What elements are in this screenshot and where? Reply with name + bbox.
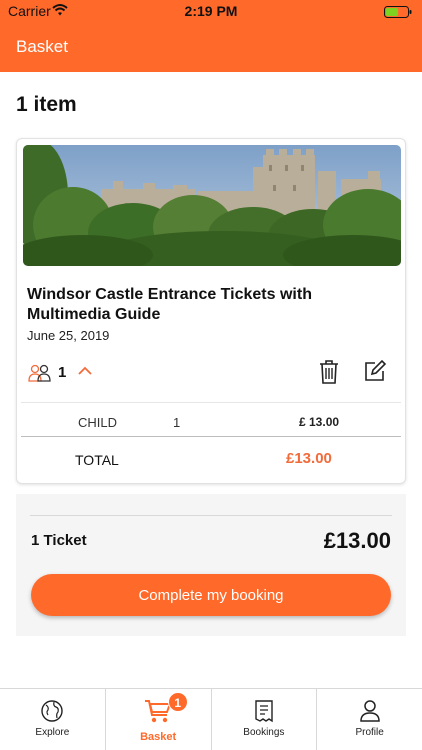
receipt-icon bbox=[254, 699, 274, 728]
tab-label: Bookings bbox=[243, 727, 285, 738]
tab-basket[interactable]: 1 Basket bbox=[106, 689, 212, 750]
nav-bar: Basket bbox=[0, 22, 422, 72]
basket-item-card: Windsor Castle Entrance Tickets with Mul… bbox=[16, 138, 406, 484]
status-bar: Carrier 2:19 PM bbox=[0, 0, 422, 22]
tab-profile[interactable]: Profile bbox=[317, 689, 422, 750]
cart-badge: 1 bbox=[167, 692, 188, 712]
battery-icon bbox=[384, 5, 412, 23]
tab-label: Basket bbox=[140, 731, 177, 743]
status-time: 2:19 PM bbox=[184, 3, 238, 19]
ticket-count: 1 Ticket bbox=[31, 532, 87, 549]
windsor-castle-photo bbox=[23, 145, 401, 266]
people-count: 1 bbox=[58, 364, 67, 381]
complete-booking-button[interactable]: Complete my booking bbox=[31, 574, 391, 616]
tab-bar: Explore 1 Basket Bookings Profile bbox=[0, 688, 422, 750]
divider bbox=[21, 436, 401, 437]
tab-bookings[interactable]: Bookings bbox=[212, 689, 318, 750]
total-price: £13.00 bbox=[286, 450, 332, 467]
divider bbox=[30, 515, 392, 516]
people-icon bbox=[27, 363, 53, 388]
item-count-heading: 1 item bbox=[16, 93, 77, 116]
divider bbox=[21, 402, 401, 403]
line-type: CHILD bbox=[78, 415, 118, 430]
nav-title: Basket bbox=[16, 37, 68, 56]
tab-label: Profile bbox=[355, 727, 384, 738]
line-quantity: 1 bbox=[173, 415, 181, 430]
basket-summary: 1 Ticket £13.00 Complete my booking bbox=[16, 494, 406, 636]
tab-label: Explore bbox=[35, 727, 70, 738]
summary-total: £13.00 bbox=[323, 528, 391, 553]
total-label: TOTAL bbox=[75, 452, 119, 468]
line-price: £ 13.00 bbox=[299, 415, 340, 429]
edit-icon[interactable] bbox=[363, 359, 387, 388]
tab-explore[interactable]: Explore bbox=[0, 689, 106, 750]
person-icon bbox=[359, 699, 381, 728]
trash-icon[interactable] bbox=[318, 359, 340, 390]
product-title: Windsor Castle Entrance Tickets with Mul… bbox=[27, 286, 312, 323]
chevron-up-icon[interactable] bbox=[77, 364, 93, 383]
globe-icon bbox=[40, 699, 64, 728]
product-date: June 25, 2019 bbox=[27, 328, 110, 343]
